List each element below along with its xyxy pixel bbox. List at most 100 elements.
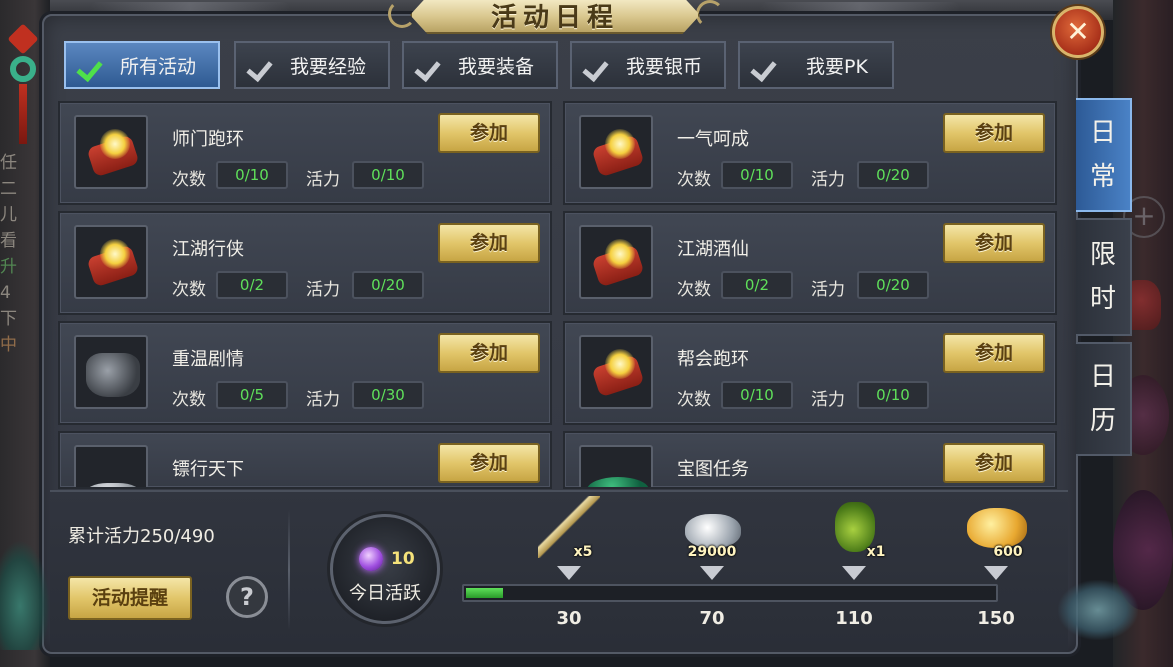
chinese-knot-icon	[7, 23, 39, 148]
count-value: 0/2	[721, 271, 793, 299]
filter-tab-all[interactable]: 所有活动	[64, 41, 220, 89]
background-left-text: 任 二 儿 看 升 4 下 中	[0, 153, 17, 355]
count-label: 次数	[677, 170, 711, 190]
count-value: 0/10	[721, 381, 793, 409]
join-button[interactable]: 参加	[438, 443, 540, 483]
join-button[interactable]: 参加	[943, 333, 1045, 373]
count-label: 次数	[677, 390, 711, 410]
activity-card: 江湖酒仙 次数 0/2 活力 0/20 参加	[563, 211, 1057, 315]
activity-card: 镖行天下 参加	[58, 431, 552, 489]
close-icon: ✕	[1066, 15, 1090, 48]
reward-count: x1	[866, 544, 886, 560]
activity-name: 一气呵成	[677, 129, 749, 150]
milestone[interactable]: x1 110	[809, 492, 899, 652]
activity-card: 一气呵成 次数 0/10 活力 0/20 参加	[563, 101, 1057, 205]
arrow-down-icon	[842, 566, 866, 580]
help-button[interactable]: ?	[226, 576, 268, 618]
arrow-down-icon	[984, 566, 1008, 580]
activity-name: 宝图任务	[677, 459, 749, 480]
vigor-label: 活力	[306, 280, 340, 300]
vigor-label: 活力	[811, 390, 845, 410]
vigor-value: 0/20	[857, 161, 929, 189]
vigor-label: 活力	[811, 170, 845, 190]
activity-name: 镖行天下	[172, 459, 244, 480]
count-label: 次数	[677, 280, 711, 300]
activity-name: 江湖行侠	[172, 239, 244, 260]
silver-icon	[74, 445, 148, 487]
filter-tab-equipment[interactable]: 我要装备	[402, 41, 558, 89]
activity-name: 帮会跑环	[677, 349, 749, 370]
arrow-down-icon	[557, 566, 581, 580]
milestone-value: 70	[699, 608, 725, 629]
reward-count: x5	[573, 544, 593, 560]
leaf-decoration	[1058, 580, 1138, 640]
scroll-icon	[579, 335, 653, 409]
milestone[interactable]: x5 30	[524, 492, 614, 652]
scroll-icon	[74, 225, 148, 299]
milestone-value: 150	[977, 608, 1015, 629]
join-button[interactable]: 参加	[438, 223, 540, 263]
today-activity-label: 今日活跃	[349, 583, 421, 604]
filter-tab-exp[interactable]: 我要经验	[234, 41, 390, 89]
check-icon	[752, 51, 784, 79]
vigor-label: 活力	[306, 390, 340, 410]
vigor-value: 0/10	[857, 381, 929, 409]
count-value: 0/10	[721, 161, 793, 189]
activity-name: 江湖酒仙	[677, 239, 749, 260]
activity-card: 师门跑环 次数 0/10 活力 0/10 参加	[58, 101, 552, 205]
leaf-decoration	[0, 540, 50, 650]
side-tab-calendar[interactable]: 日 历	[1076, 342, 1132, 456]
count-value: 0/2	[216, 271, 288, 299]
reward-count: 600	[993, 544, 1023, 560]
join-button[interactable]: 参加	[943, 113, 1045, 153]
count-value: 0/5	[216, 381, 288, 409]
join-button[interactable]: 参加	[438, 113, 540, 153]
arrow-down-icon	[700, 566, 724, 580]
vigor-value: 0/20	[352, 271, 424, 299]
progress-fill	[466, 588, 503, 598]
count-label: 次数	[172, 390, 206, 410]
reward-count: 29000	[687, 544, 737, 560]
vigor-label: 活力	[306, 170, 340, 190]
divider	[288, 510, 290, 630]
scroll-icon	[579, 225, 653, 299]
vigor-value: 0/10	[352, 161, 424, 189]
milestone-value: 30	[556, 608, 582, 629]
vigor-label: 活力	[811, 280, 845, 300]
check-icon	[584, 51, 616, 79]
activity-card: 宝图任务 参加	[563, 431, 1057, 489]
today-activity-value: 10	[391, 549, 415, 569]
scroll-icon	[74, 115, 148, 189]
vigor-value: 0/30	[352, 381, 424, 409]
milestone-value: 110	[835, 608, 873, 629]
treasure-map-icon	[579, 445, 653, 487]
milestone[interactable]: 29000 70	[667, 492, 757, 652]
today-activity-circle: 10 今日活跃	[330, 514, 440, 624]
accumulated-vigor: 累计活力250/490	[68, 526, 215, 547]
join-button[interactable]: 参加	[943, 443, 1045, 483]
count-label: 次数	[172, 170, 206, 190]
title-curl-right-icon	[696, 0, 724, 28]
side-tab-limited[interactable]: 限 时	[1076, 218, 1132, 336]
side-tab-daily[interactable]: 日 常	[1076, 98, 1132, 212]
join-button[interactable]: 参加	[943, 223, 1045, 263]
panel-title-plate: 活动日程	[410, 0, 700, 34]
count-value: 0/10	[216, 161, 288, 189]
panel-title: 活动日程	[490, 2, 619, 33]
filter-tab-silver[interactable]: 我要银币	[570, 41, 726, 89]
scroll-icon	[579, 115, 653, 189]
activity-card: 帮会跑环 次数 0/10 活力 0/10 参加	[563, 321, 1057, 425]
close-button[interactable]: ✕	[1052, 6, 1104, 58]
vigor-value: 0/20	[857, 271, 929, 299]
activity-remind-button[interactable]: 活动提醒	[68, 576, 192, 620]
milestone[interactable]: 600 150	[951, 492, 1041, 652]
filter-tab-pk[interactable]: 我要PK	[738, 41, 894, 89]
armor-icon	[74, 335, 148, 409]
check-icon	[248, 51, 280, 79]
check-icon	[78, 51, 110, 79]
activity-name: 重温剧情	[172, 349, 244, 370]
activity-name: 师门跑环	[172, 129, 244, 150]
activity-summary: 累计活力250/490 活动提醒 ? 10 今日活跃 x5 30 29000 7…	[50, 490, 1068, 650]
check-icon	[416, 51, 448, 79]
join-button[interactable]: 参加	[438, 333, 540, 373]
